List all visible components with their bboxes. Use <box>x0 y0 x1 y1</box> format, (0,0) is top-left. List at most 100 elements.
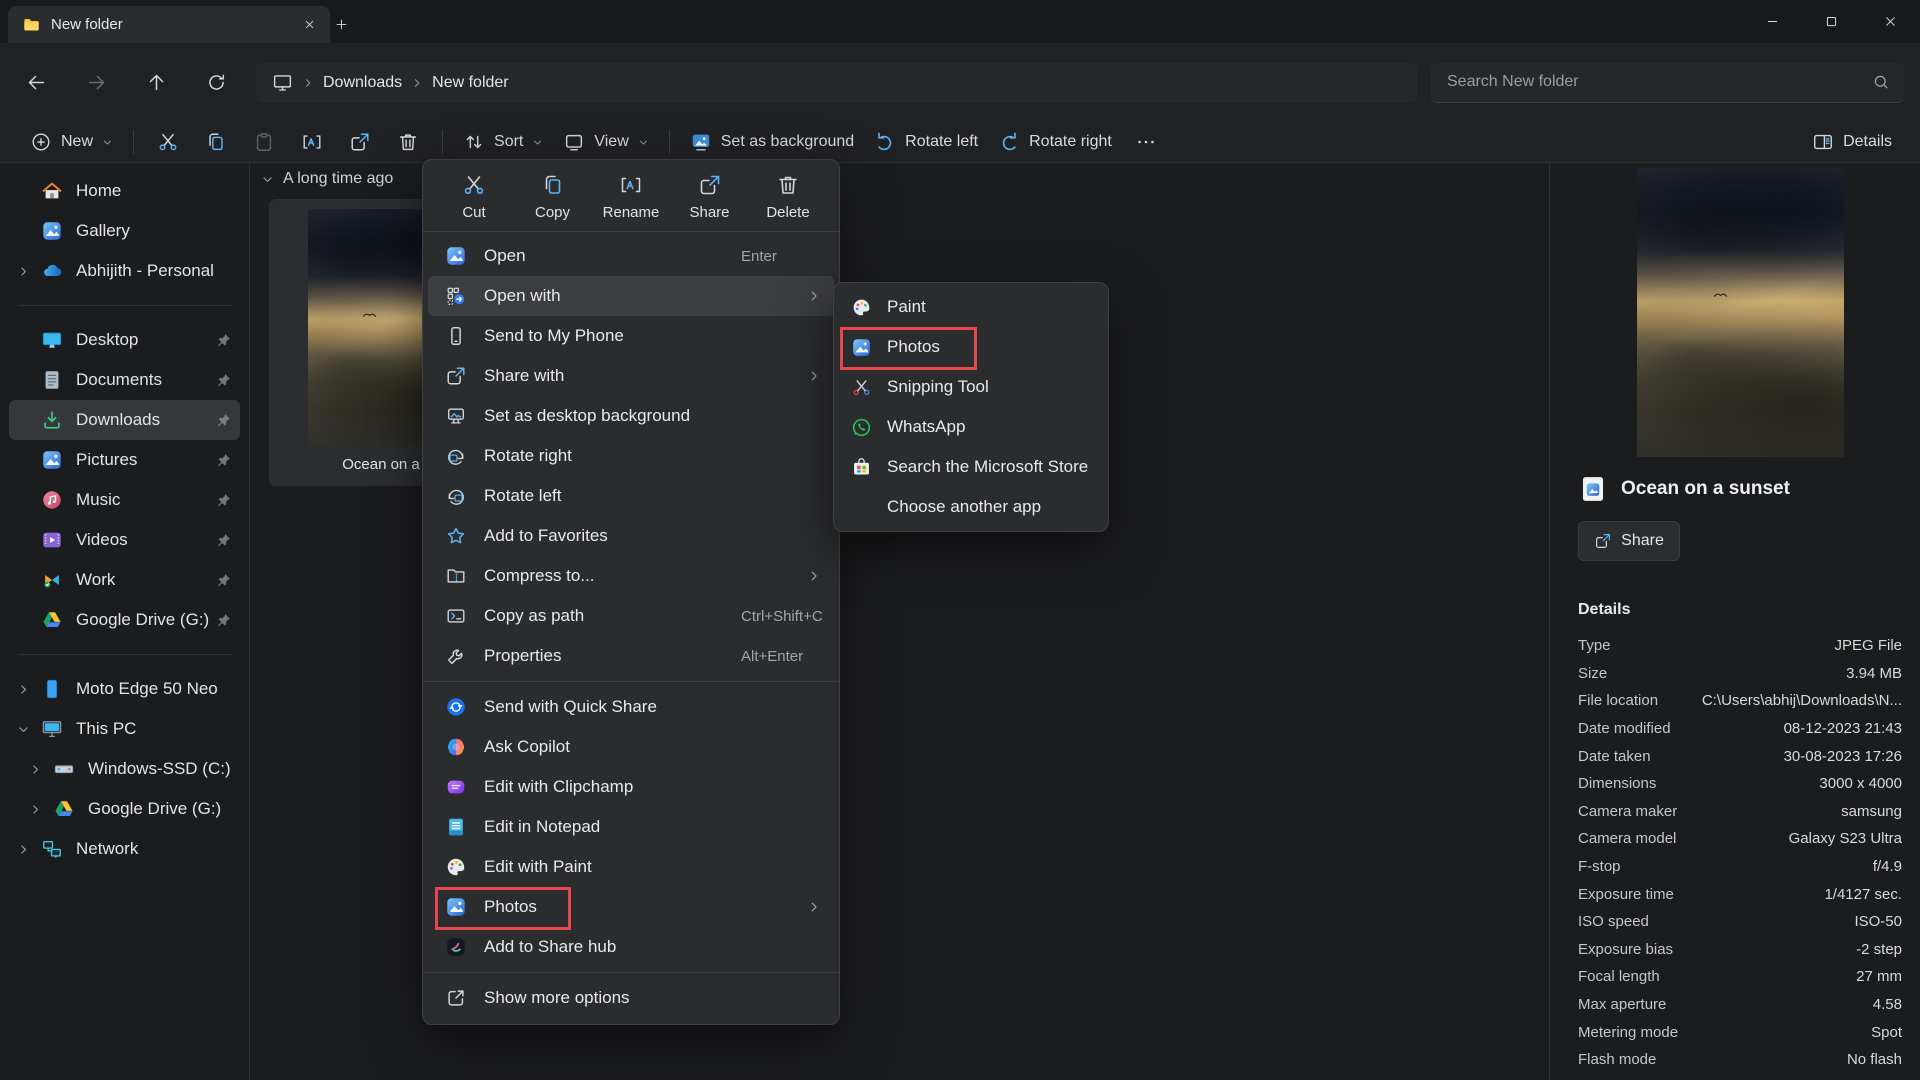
sidebar-item[interactable]: Moto Edge 50 Neo <box>9 669 240 709</box>
submenu-chevron-icon <box>807 369 821 383</box>
context-menu-item[interactable]: Edit with Clipchamp <box>428 767 834 807</box>
context-menu-item[interactable]: Set as desktop background <box>428 396 834 436</box>
search-icon[interactable] <box>1872 73 1890 91</box>
sidebar-item[interactable]: Videos <box>9 520 240 560</box>
sidebar-item[interactable]: Abhijith - Personal <box>9 251 240 291</box>
submenu-item[interactable]: Photos <box>839 327 1103 367</box>
refresh-button[interactable] <box>196 63 236 103</box>
minimize-button[interactable] <box>1743 0 1802 42</box>
context-menu-item[interactable]: Rotate left <box>428 476 834 516</box>
breadcrumb[interactable]: Downloads New folder <box>256 63 1417 103</box>
context-menu-item[interactable]: Send to My Phone <box>428 316 834 356</box>
sidebar-item[interactable]: Desktop <box>9 320 240 360</box>
rotate-right-button[interactable]: Rotate right <box>988 125 1122 159</box>
breadcrumb-downloads[interactable]: Downloads <box>323 74 402 92</box>
submenu-item[interactable]: Choose another app <box>839 487 1103 527</box>
window-controls <box>1743 0 1920 42</box>
context-menu-item[interactable]: Add to Favorites <box>428 516 834 556</box>
cut-button[interactable] <box>144 125 192 159</box>
tab-title: New folder <box>51 16 123 33</box>
new-button[interactable]: New <box>20 125 123 159</box>
details-pane-toggle[interactable]: Details <box>1802 125 1902 159</box>
context-menu-item[interactable]: Open Enter <box>428 236 834 276</box>
sort-button[interactable]: Sort <box>453 125 553 159</box>
sidebar-item[interactable]: Pictures <box>9 440 240 480</box>
detail-value: samsung <box>1841 803 1902 820</box>
expand-chevron-icon[interactable] <box>17 722 41 736</box>
detail-label: Exposure time <box>1578 886 1674 903</box>
rotate-left-button[interactable]: Rotate left <box>864 125 988 159</box>
sidebar-item[interactable]: This PC <box>9 709 240 749</box>
submenu-item[interactable]: Paint <box>839 287 1103 327</box>
expand-chevron-icon[interactable] <box>17 264 41 278</box>
sidebar-item-label: Documents <box>76 370 162 390</box>
more-options-button[interactable] <box>1122 125 1170 159</box>
context-menu-item[interactable]: Show more options <box>428 978 834 1018</box>
delete-button[interactable] <box>384 125 432 159</box>
expand-chevron-icon[interactable] <box>17 682 41 696</box>
sidebar-item[interactable]: Gallery <box>9 211 240 251</box>
sidebar-item[interactable]: Downloads <box>9 400 240 440</box>
context-menu-item[interactable]: Photos <box>428 887 834 927</box>
maximize-button[interactable] <box>1802 0 1861 42</box>
share-icon <box>445 365 467 387</box>
breadcrumb-new-folder[interactable]: New folder <box>432 74 508 92</box>
sidebar-item[interactable]: Google Drive (G:) <box>9 600 240 640</box>
context-menu-item[interactable]: Copy as path Ctrl+Shift+C <box>428 596 834 636</box>
sidebar-item[interactable]: Work <box>9 560 240 600</box>
sidebar-item[interactable]: Home <box>9 171 240 211</box>
context-menu-item[interactable]: Send with Quick Share <box>428 687 834 727</box>
this-pc-icon[interactable] <box>272 72 293 93</box>
up-button[interactable] <box>136 63 176 103</box>
expand-chevron-icon[interactable] <box>29 802 53 816</box>
context-menu-item[interactable]: Compress to... <box>428 556 834 596</box>
context-menu-item[interactable]: Add to Share hub <box>428 927 834 967</box>
sidebar-item[interactable]: Network <box>9 829 240 869</box>
quick-action[interactable]: Cut <box>437 173 511 221</box>
expand-chevron-icon[interactable] <box>17 842 41 856</box>
menu-item-label: Edit with Paint <box>484 857 592 877</box>
context-menu-item[interactable] <box>428 967 834 978</box>
explorer-tab[interactable]: New folder <box>8 6 330 43</box>
forward-button[interactable] <box>76 63 116 103</box>
copy-button[interactable] <box>192 125 240 159</box>
paste-button[interactable] <box>240 125 288 159</box>
context-menu-item[interactable] <box>428 676 834 687</box>
sidebar-item[interactable]: Music <box>9 480 240 520</box>
context-menu-item[interactable]: Properties Alt+Enter <box>428 636 834 676</box>
rename-button[interactable] <box>288 125 336 159</box>
details-share-button[interactable]: Share <box>1578 521 1680 561</box>
submenu-item[interactable]: WhatsApp <box>839 407 1103 447</box>
search-input[interactable] <box>1445 72 1872 92</box>
share-button[interactable] <box>336 125 384 159</box>
view-button[interactable]: View <box>553 125 658 159</box>
share-icon <box>1594 532 1612 550</box>
wrench-icon <box>445 645 467 667</box>
context-menu-item[interactable]: Share with <box>428 356 834 396</box>
context-menu-item[interactable]: Edit in Notepad <box>428 807 834 847</box>
new-tab-button[interactable] <box>328 11 355 38</box>
search-box[interactable] <box>1431 63 1904 103</box>
back-button[interactable] <box>16 63 56 103</box>
quick-action[interactable]: Share <box>673 173 747 221</box>
context-menu-item[interactable]: Ask Copilot <box>428 727 834 767</box>
group-header[interactable]: A long time ago <box>261 170 393 188</box>
expand-chevron-icon[interactable] <box>29 762 53 776</box>
submenu-item[interactable]: Search the Microsoft Store <box>839 447 1103 487</box>
sidebar-item-label: Moto Edge 50 Neo <box>76 679 218 699</box>
sidebar-item[interactable]: Documents <box>9 360 240 400</box>
detail-row: Focal length 27 mm <box>1578 963 1902 991</box>
submenu-item[interactable]: Snipping Tool <box>839 367 1103 407</box>
context-menu-item[interactable]: Rotate right <box>428 436 834 476</box>
sidebar-item[interactable]: Google Drive (G:) <box>21 789 240 829</box>
quick-action[interactable]: Delete <box>751 173 825 221</box>
file-explorer-window: New folder Downloads New folder <box>0 0 1920 1080</box>
tab-close-button[interactable] <box>296 12 322 38</box>
quick-action[interactable]: Rename <box>594 173 668 221</box>
context-menu-item[interactable]: Edit with Paint <box>428 847 834 887</box>
sidebar-item[interactable]: Windows-SSD (C:) <box>21 749 240 789</box>
close-button[interactable] <box>1861 0 1920 42</box>
context-menu-item[interactable]: Open with <box>428 276 834 316</box>
quick-action[interactable]: Copy <box>516 173 590 221</box>
set-as-background-button[interactable]: Set as background <box>680 125 864 159</box>
